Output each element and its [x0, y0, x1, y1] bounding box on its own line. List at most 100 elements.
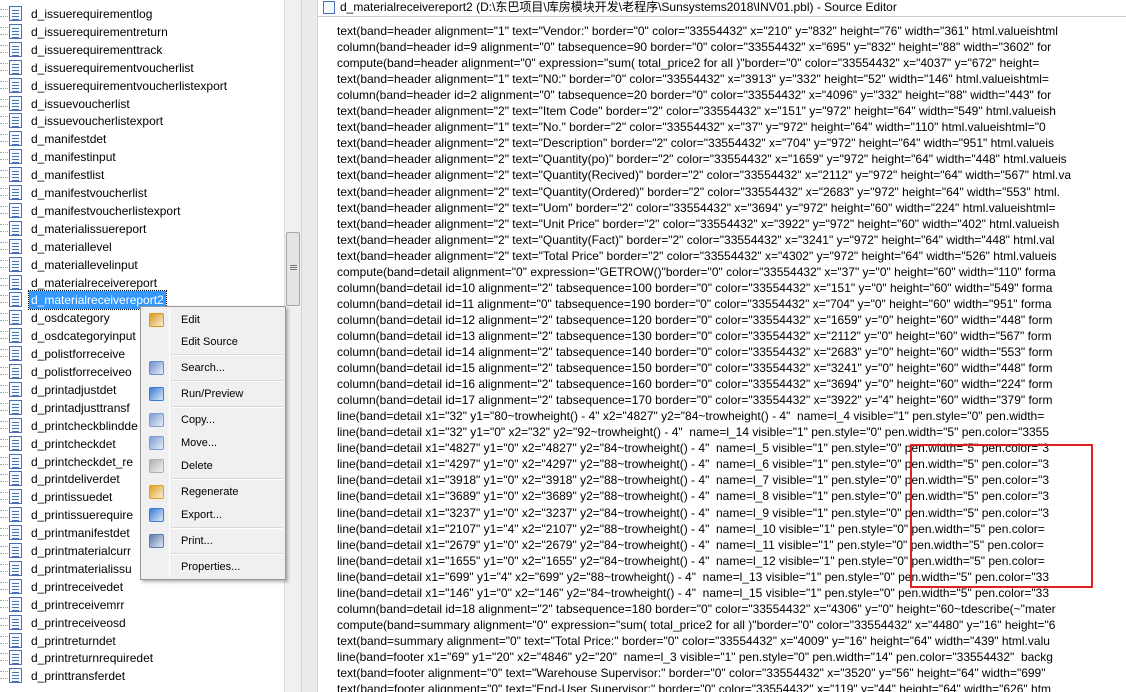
- datawindow-icon: [9, 399, 22, 415]
- tree-item[interactable]: d_manifestinput: [0, 148, 284, 166]
- datawindow-icon: [9, 560, 22, 576]
- source-line: column(band=header id=9 alignment="0" ta…: [337, 40, 1052, 55]
- tree-connector: [0, 152, 8, 161]
- source-line: text(band=footer alignment="0" text="End…: [337, 682, 1052, 692]
- menu-item-label: Move...: [181, 437, 218, 449]
- tree-item[interactable]: d_issuerequirementreturn: [0, 23, 284, 41]
- tree-connector: [0, 671, 8, 680]
- tree-item[interactable]: d_printtransferdet: [0, 667, 284, 685]
- menu-item-label: Export...: [181, 509, 222, 521]
- datawindow-icon: [9, 328, 22, 344]
- datawindow-icon: [9, 453, 22, 469]
- source-editor[interactable]: text(band=header alignment="1" text="Ven…: [318, 16, 1126, 692]
- menu-item-label: Print...: [181, 535, 213, 547]
- tree-item[interactable]: d_printreceivemrr: [0, 596, 284, 614]
- menu-item-regenerate[interactable]: Regenerate: [143, 481, 283, 503]
- tree-item-label: d_printadjusttransf: [31, 400, 130, 415]
- search-icon: [149, 361, 164, 375]
- source-line: column(band=detail id=15 alignment="2" t…: [337, 361, 1053, 376]
- datawindow-icon: [9, 41, 22, 57]
- tree-item[interactable]: d_materialissuereport: [0, 220, 284, 238]
- datawindow-icon: [9, 95, 22, 111]
- tree-scrollbar[interactable]: [284, 0, 301, 692]
- datawindow-icon: [9, 59, 22, 75]
- tree-item[interactable]: d_printreturnrequiredet: [0, 649, 284, 667]
- tree-item[interactable]: d_materialreceivereport: [0, 274, 284, 292]
- tree-item[interactable]: d_issuerequirementvoucherlistexport: [0, 77, 284, 95]
- menu-item-search[interactable]: Search...: [143, 357, 283, 379]
- tree-item[interactable]: d_materiallevel: [0, 238, 284, 256]
- source-line: column(band=detail id=12 alignment="2" t…: [337, 312, 1053, 327]
- menu-item-properties[interactable]: Properties...: [143, 556, 283, 578]
- tree-item[interactable]: d_manifestlist: [0, 166, 284, 184]
- tree-item-label: d_materiallevel: [31, 239, 112, 254]
- tree-item[interactable]: d_printreturndet: [0, 632, 284, 650]
- tree-item[interactable]: d_printreceiveosd: [0, 614, 284, 632]
- tree-item-label: d_printreturnrequiredet: [31, 651, 154, 666]
- menu-item-move[interactable]: Move...: [143, 432, 283, 454]
- tree-item[interactable]: d_materiallevelinput: [0, 256, 284, 274]
- menu-item-label: Search...: [181, 362, 226, 374]
- tree-connector: [0, 188, 8, 196]
- tree-connector: [0, 599, 8, 608]
- menu-item-print[interactable]: Print...: [143, 530, 283, 552]
- menu-item-copy[interactable]: Copy...: [143, 409, 283, 431]
- tree-item[interactable]: d_issuerequirementtrack: [0, 41, 284, 59]
- tree-item-label: d_polistforreceive: [31, 347, 126, 362]
- datawindow-icon: [9, 238, 22, 254]
- tree-item-label: d_issuerequirementtrack: [31, 42, 163, 57]
- menu-item-edit-source[interactable]: Edit Source: [143, 331, 283, 353]
- tree-item[interactable]: d_manifestvoucherlist: [0, 184, 284, 202]
- panel-splitter[interactable]: [301, 0, 318, 692]
- source-line: text(band=summary alignment="0" text="To…: [337, 633, 1050, 648]
- tree-item[interactable]: d_manifestdet: [0, 130, 284, 148]
- tree-connector: [0, 617, 8, 626]
- tree-scrollbar-thumb[interactable]: [286, 232, 300, 306]
- source-line: text(band=header alignment="1" text="No.…: [337, 120, 1046, 135]
- context-menu: Edit Edit Source Search... Run/Preview Copy.…: [140, 306, 286, 580]
- datawindow-icon: [9, 6, 22, 21]
- datawindow-icon: [9, 185, 22, 200]
- datawindow-icon: [9, 489, 22, 505]
- tree-item-label: d_printreceiveosd: [31, 615, 126, 630]
- tree-connector: [0, 510, 8, 519]
- datawindow-icon: [9, 346, 22, 362]
- tree-item-label: d_manifestdet: [31, 132, 107, 147]
- tree-item-label: d_printmaterialissu: [31, 561, 132, 576]
- source-line: text(band=header alignment="1" text="N0:…: [337, 72, 1049, 87]
- tree-item-label: d_printreceivemrr: [31, 597, 125, 612]
- tree-item[interactable]: d_printreceivedet: [0, 578, 284, 596]
- document-icon: [323, 1, 335, 14]
- tree-connector: [0, 367, 8, 375]
- menu-item-run-preview[interactable]: Run/Preview: [143, 383, 283, 405]
- menu-item-export[interactable]: Export...: [143, 504, 283, 526]
- tree-item[interactable]: d_manifestvoucherlistexport: [0, 202, 284, 220]
- menu-item-label: Run/Preview: [181, 388, 244, 400]
- tree-item[interactable]: d_issuerequirementlog: [0, 5, 284, 23]
- source-line: compute(band=detail alignment="0" expres…: [337, 264, 1056, 279]
- tree-item[interactable]: d_issuerequirementvoucherlist: [0, 59, 284, 77]
- source-line: text(band=header alignment="2" text="Uni…: [337, 216, 1060, 231]
- source-line: text(band=header alignment="2" text="Des…: [337, 136, 1054, 151]
- tree-item-label: d_printissuerequire: [31, 508, 134, 523]
- tree-connector: [0, 9, 8, 17]
- menu-item-label: Regenerate: [181, 486, 239, 498]
- datawindow-icon: [9, 435, 22, 451]
- tree-item-label: d_printissuedet: [31, 490, 113, 505]
- source-line: column(band=detail id=16 alignment="2" t…: [337, 377, 1053, 392]
- menu-item-label: Delete: [181, 460, 213, 472]
- datawindow-icon: [9, 381, 22, 397]
- datawindow-icon: [9, 310, 22, 326]
- datawindow-icon: [9, 668, 22, 684]
- print-icon: [149, 534, 164, 548]
- menu-item-delete[interactable]: Delete: [143, 455, 283, 477]
- source-line: text(band=header alignment="2" text="Qua…: [337, 232, 1055, 247]
- tree-item[interactable]: d_issuevoucherlist: [0, 95, 284, 113]
- tree-connector: [0, 116, 8, 125]
- tree-item-label: d_printreceivedet: [31, 579, 124, 594]
- menu-item-edit[interactable]: Edit: [143, 309, 283, 331]
- tree-item-label: d_polistforreceiveo: [31, 365, 132, 379]
- regenerate-icon: [149, 485, 164, 499]
- tree-item[interactable]: d_issuevoucherlistexport: [0, 112, 284, 130]
- datawindow-icon: [9, 614, 22, 630]
